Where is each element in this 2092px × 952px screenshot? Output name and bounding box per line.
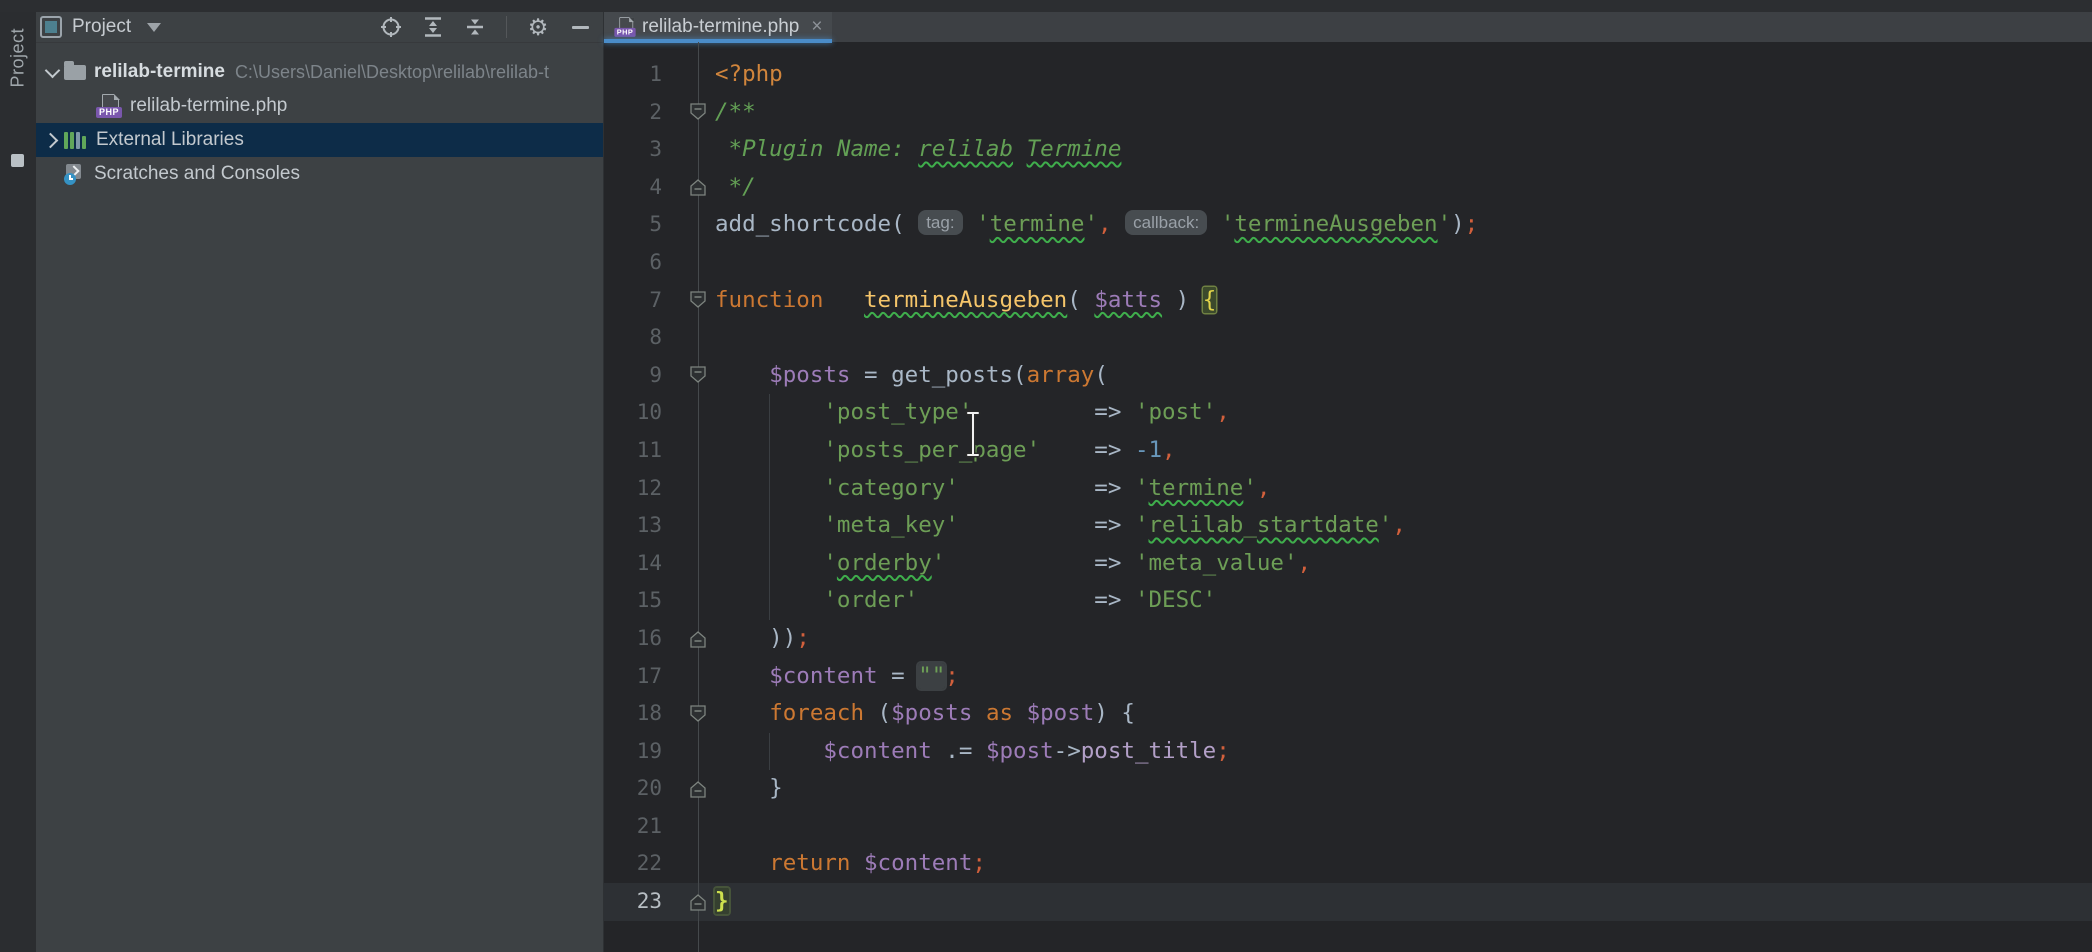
code-line-14: 'orderby' => 'meta_value',	[715, 545, 1478, 583]
code-line-22: return $content;	[715, 845, 1478, 883]
editor-pane: PHP relilab-termine.php × 12345678910111…	[603, 12, 2092, 952]
line-number: 2	[604, 94, 662, 132]
fold-marker-start[interactable]	[690, 705, 706, 723]
window-top-strip	[0, 0, 2092, 12]
fold-marker-end[interactable]	[690, 893, 706, 911]
project-panel-header: Project ⚙	[36, 12, 603, 43]
code-text: <?php/** *Plugin Name: relilab Termine *…	[715, 56, 1478, 921]
hide-panel-icon[interactable]	[569, 16, 591, 38]
expand-all-icon[interactable]	[422, 16, 444, 38]
toolbar-separator	[506, 16, 507, 38]
php-file-icon: PHP	[96, 94, 122, 118]
tab-relilab-termine-php[interactable]: PHP relilab-termine.php ×	[604, 12, 832, 42]
line-number: 17	[604, 658, 662, 696]
tool-window-square-icon[interactable]	[11, 154, 24, 167]
left-tool-stripe: Project	[0, 12, 37, 952]
tool-stripe-project-button[interactable]: Project	[8, 28, 29, 88]
line-number: 10	[604, 394, 662, 432]
code-line-12: 'category' => 'termine',	[715, 470, 1478, 508]
line-number: 21	[604, 808, 662, 846]
chevron-down-icon[interactable]	[147, 23, 161, 32]
code-line-16: ));	[715, 620, 1478, 658]
line-number: 16	[604, 620, 662, 658]
settings-gear-icon[interactable]: ⚙	[527, 16, 549, 38]
project-window-icon	[40, 16, 62, 38]
fold-marker-start[interactable]	[690, 103, 706, 121]
collapse-all-icon[interactable]	[464, 16, 486, 38]
fold-marker-start[interactable]	[690, 291, 706, 309]
line-number: 20	[604, 770, 662, 808]
code-line-4: */	[715, 169, 1478, 207]
line-number: 14	[604, 545, 662, 583]
fold-marker-start[interactable]	[690, 366, 706, 384]
locate-icon[interactable]	[380, 16, 402, 38]
line-number: 1	[604, 56, 662, 94]
code-line-6	[715, 244, 1478, 282]
project-panel-title: Project	[72, 16, 131, 38]
tree-item-label: relilab-termine.php	[130, 95, 287, 117]
project-tree: relilab-termine C:\Users\Daniel\Desktop\r…	[36, 43, 603, 191]
code-line-5: add_shortcode( tag: 'termine', callback:…	[715, 206, 1478, 244]
code-line-3: *Plugin Name: relilab Termine	[715, 131, 1478, 169]
code-line-19: $content .= $post->post_title;	[715, 733, 1478, 771]
ide-window: Project Project ⚙ re	[0, 0, 2092, 952]
fold-marker-end[interactable]	[690, 178, 706, 196]
code-line-11: 'posts_per_page' => -1,	[715, 432, 1478, 470]
line-number-gutter: 1234567891011121314151617181920212223	[604, 56, 662, 921]
code-line-18: foreach ($posts as $post) {	[715, 695, 1478, 733]
fold-marker-end[interactable]	[690, 780, 706, 798]
code-line-1: <?php	[715, 56, 1478, 94]
code-line-23: }	[715, 883, 1478, 921]
folder-icon	[64, 65, 86, 80]
line-number: 12	[604, 470, 662, 508]
line-number: 3	[604, 131, 662, 169]
parameter-hint-chip: tag:	[918, 210, 962, 235]
tree-item-external-libraries[interactable]: External Libraries	[36, 123, 603, 157]
tree-item-label: External Libraries	[96, 129, 244, 151]
project-toolbar: ⚙	[380, 16, 591, 38]
tree-item-label: relilab-termine	[94, 61, 225, 83]
scratches-icon	[64, 164, 86, 184]
line-number: 23	[604, 883, 662, 921]
line-number: 11	[604, 432, 662, 470]
php-file-icon: PHP	[614, 17, 635, 37]
tree-item-label: Scratches and Consoles	[94, 163, 300, 185]
line-number: 8	[604, 319, 662, 357]
line-number: 6	[604, 244, 662, 282]
line-number: 22	[604, 845, 662, 883]
line-number: 19	[604, 733, 662, 771]
code-editor[interactable]: 1234567891011121314151617181920212223<?p…	[604, 42, 2092, 952]
tree-item-scratches-and-consoles[interactable]: Scratches and Consoles	[36, 157, 603, 191]
close-tab-icon[interactable]: ×	[811, 16, 822, 38]
code-line-15: 'order' => 'DESC'	[715, 582, 1478, 620]
line-number: 5	[604, 206, 662, 244]
line-number: 13	[604, 507, 662, 545]
parameter-hint-chip: callback:	[1125, 210, 1207, 235]
line-number: 15	[604, 582, 662, 620]
chevron-down-icon[interactable]	[40, 69, 64, 76]
tree-item-path: C:\Users\Daniel\Desktop\relilab\relilab-…	[235, 62, 549, 83]
line-number: 4	[604, 169, 662, 207]
project-panel: Project ⚙ relilab-termine C:\Users\Daniel…	[36, 12, 603, 952]
code-line-20: }	[715, 770, 1478, 808]
line-number: 7	[604, 282, 662, 320]
code-line-13: 'meta_key' => 'relilab_startdate',	[715, 507, 1478, 545]
code-line-2: /**	[715, 94, 1478, 132]
tree-item-relilab-termine-php[interactable]: PHP relilab-termine.php	[36, 89, 603, 123]
code-line-7: function termineAusgeben( $atts ) {	[715, 282, 1478, 320]
chevron-right-icon[interactable]	[40, 135, 64, 146]
line-number: 9	[604, 357, 662, 395]
fold-marker-end[interactable]	[690, 630, 706, 648]
tab-label: relilab-termine.php	[642, 16, 799, 38]
code-line-9: $posts = get_posts(array(	[715, 357, 1478, 395]
code-line-10: 'post_type' => 'post',	[715, 394, 1478, 432]
code-line-21	[715, 808, 1478, 846]
tree-item-relilab-termine[interactable]: relilab-termine C:\Users\Daniel\Desktop\r…	[36, 55, 603, 89]
editor-tab-bar: PHP relilab-termine.php ×	[604, 12, 2092, 42]
code-line-17: $content = "";	[715, 658, 1478, 696]
line-number: 18	[604, 695, 662, 733]
external-libraries-icon	[64, 131, 88, 149]
code-line-8	[715, 319, 1478, 357]
